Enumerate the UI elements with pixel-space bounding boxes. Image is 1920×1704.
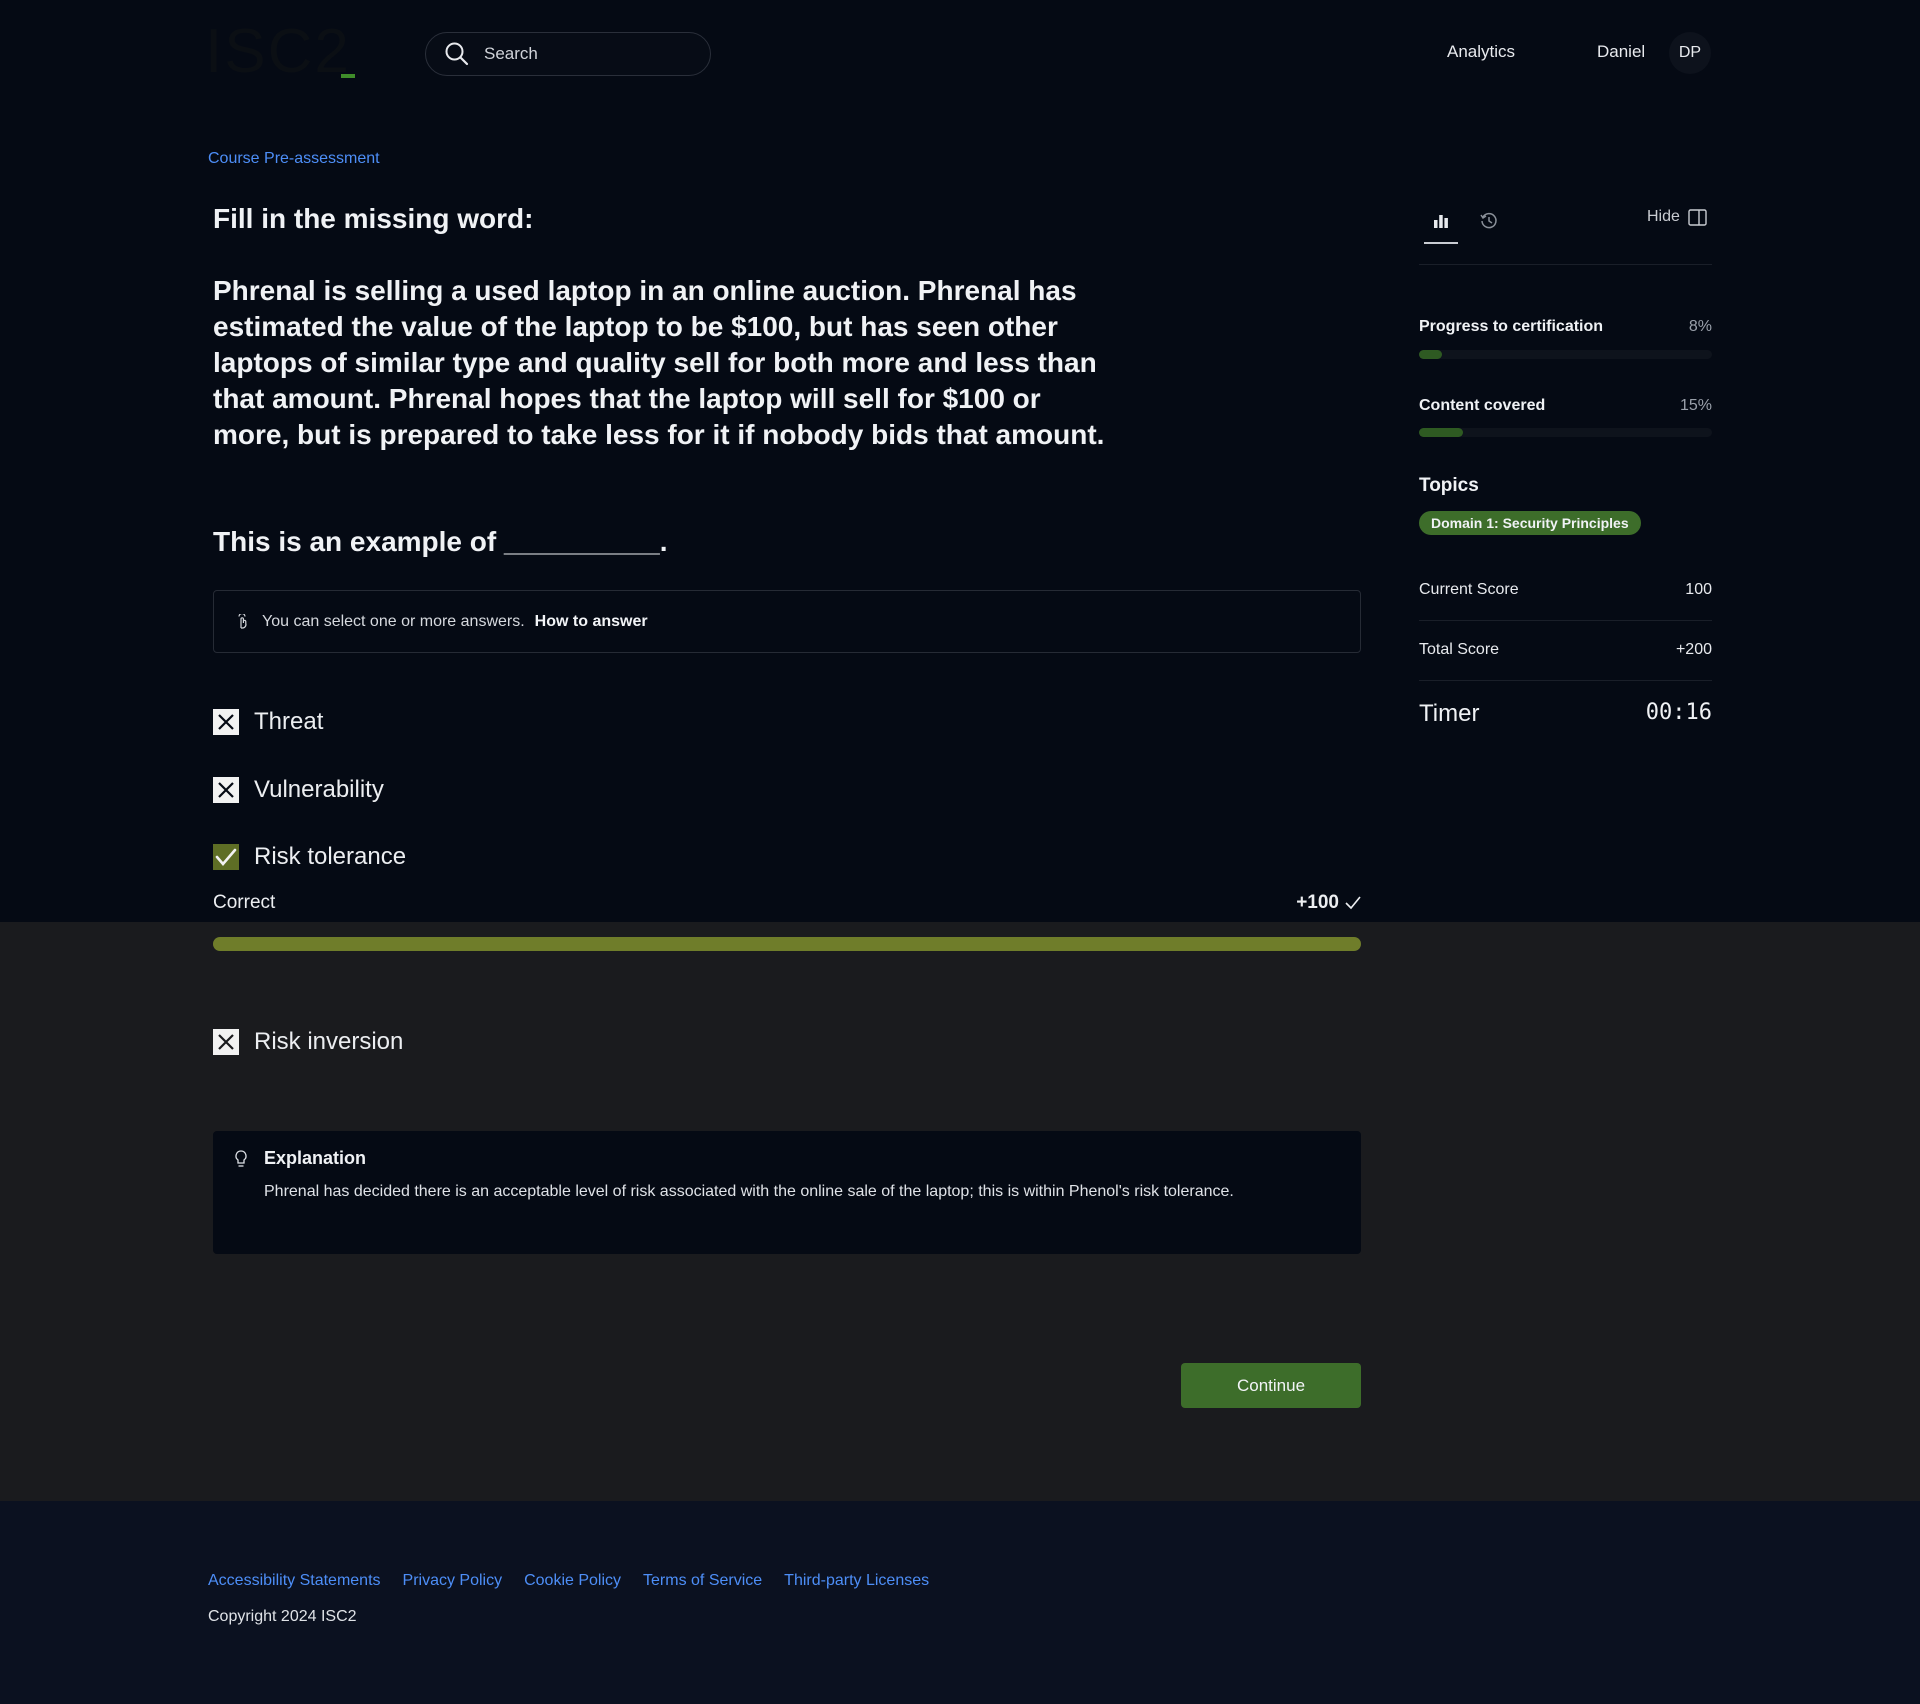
answer-option-threat[interactable]: Threat	[213, 706, 323, 738]
content-covered-value: 15%	[1679, 397, 1712, 414]
points-value: +100	[1296, 892, 1339, 913]
option-label: Risk tolerance	[254, 843, 407, 870]
check-icon	[1345, 896, 1361, 910]
current-score-value: 100	[1685, 581, 1712, 598]
total-score: Total Score +200	[1419, 641, 1712, 659]
progress-certification-fill	[1419, 350, 1443, 359]
timer-value: 00:16	[1645, 700, 1712, 725]
footer-link-terms[interactable]: Terms of Service	[643, 1572, 762, 1590]
search-box[interactable]	[425, 32, 711, 76]
sidebar-panel-icon	[1688, 208, 1707, 226]
footer-link-privacy[interactable]: Privacy Policy	[403, 1572, 503, 1590]
isc2-logo[interactable]: ISC2	[205, 17, 355, 86]
total-score-value: +200	[1675, 641, 1712, 658]
hide-label: Hide	[1647, 208, 1680, 225]
question-body: Phrenal is selling a used laptop in an o…	[213, 275, 1105, 450]
answer-hint: You can select one or more answers. How …	[213, 590, 1361, 653]
content-covered-bar	[1419, 428, 1712, 437]
option-label: Vulnerability	[254, 776, 384, 803]
avatar[interactable]: DP	[1669, 32, 1711, 74]
timer-label: Timer	[1419, 700, 1480, 727]
total-score-label: Total Score	[1419, 641, 1500, 658]
progress-certification-label: Progress to certification	[1419, 318, 1604, 335]
result-progress-bar	[213, 937, 1361, 951]
result-label: Correct	[213, 892, 276, 913]
hide-sidebar-button[interactable]: Hide	[1647, 208, 1707, 226]
footer-links: Accessibility Statements Privacy Policy …	[208, 1572, 929, 1590]
tab-stats[interactable]	[1424, 204, 1458, 244]
hand-pointer-icon	[236, 612, 250, 630]
question-prompt: This is an example of __________.	[213, 526, 668, 557]
content-covered: Content covered 15%	[1419, 397, 1712, 415]
user-name[interactable]: Daniel	[1597, 42, 1645, 62]
bar-chart-icon	[1434, 215, 1448, 228]
answer-option-risk-inversion[interactable]: Risk inversion	[213, 1026, 403, 1058]
logo-accent-bar	[340, 74, 355, 78]
top-header: ISC2 Analytics Daniel DP	[0, 0, 1920, 107]
copyright: Copyright 2024 ISC2	[208, 1608, 357, 1625]
progress-certification: Progress to certification 8%	[1419, 318, 1712, 336]
content-covered-fill	[1419, 428, 1463, 437]
content-covered-label: Content covered	[1419, 397, 1546, 414]
topics-heading: Topics	[1419, 475, 1479, 496]
answer-option-vulnerability[interactable]: Vulnerability	[213, 774, 384, 806]
wrong-mark-icon	[213, 1029, 239, 1055]
current-score: Current Score 100	[1419, 581, 1712, 599]
search-icon	[442, 39, 472, 69]
sidebar-divider	[1419, 680, 1712, 681]
progress-certification-value: 8%	[1688, 318, 1712, 335]
explanation-text: Phrenal has decided there is an acceptab…	[264, 1183, 1234, 1200]
sidebar-divider	[1419, 620, 1712, 621]
continue-button[interactable]: Continue	[1181, 1363, 1361, 1408]
footer-link-cookie[interactable]: Cookie Policy	[524, 1572, 621, 1590]
explanation-title: Explanation	[264, 1148, 367, 1168]
lightbulb-icon	[234, 1149, 248, 1169]
nav-analytics-link[interactable]: Analytics	[1447, 42, 1515, 62]
current-score-label: Current Score	[1419, 581, 1519, 598]
footer-link-accessibility[interactable]: Accessibility Statements	[208, 1572, 381, 1590]
history-icon	[1480, 212, 1497, 229]
answer-result: Correct +100	[213, 892, 1361, 914]
footer-link-licenses[interactable]: Third-party Licenses	[784, 1572, 929, 1590]
how-to-answer-link[interactable]: How to answer	[535, 613, 648, 631]
option-label: Risk inversion	[254, 1028, 404, 1055]
explanation-box: Explanation Phrenal has decided there is…	[213, 1131, 1361, 1254]
breadcrumb[interactable]: Course Pre-assessment	[208, 150, 380, 168]
wrong-mark-icon	[213, 709, 239, 735]
tab-history[interactable]	[1472, 204, 1506, 238]
logo-text: ISC2	[205, 17, 351, 86]
hint-text: You can select one or more answers.	[262, 612, 525, 630]
topic-chip[interactable]: Domain 1: Security Principles	[1419, 511, 1641, 535]
result-points: +100	[1296, 892, 1361, 914]
checkmark-icon	[213, 844, 239, 870]
option-label: Threat	[254, 708, 324, 735]
question-title: Fill in the missing word:	[213, 203, 534, 234]
footer: Accessibility Statements Privacy Policy …	[0, 1501, 1920, 1704]
answer-option-risk-tolerance[interactable]: Risk tolerance	[213, 841, 406, 873]
wrong-mark-icon	[213, 777, 239, 803]
search-input[interactable]	[482, 43, 686, 65]
progress-certification-bar	[1419, 350, 1712, 359]
sidebar-divider	[1419, 264, 1712, 265]
